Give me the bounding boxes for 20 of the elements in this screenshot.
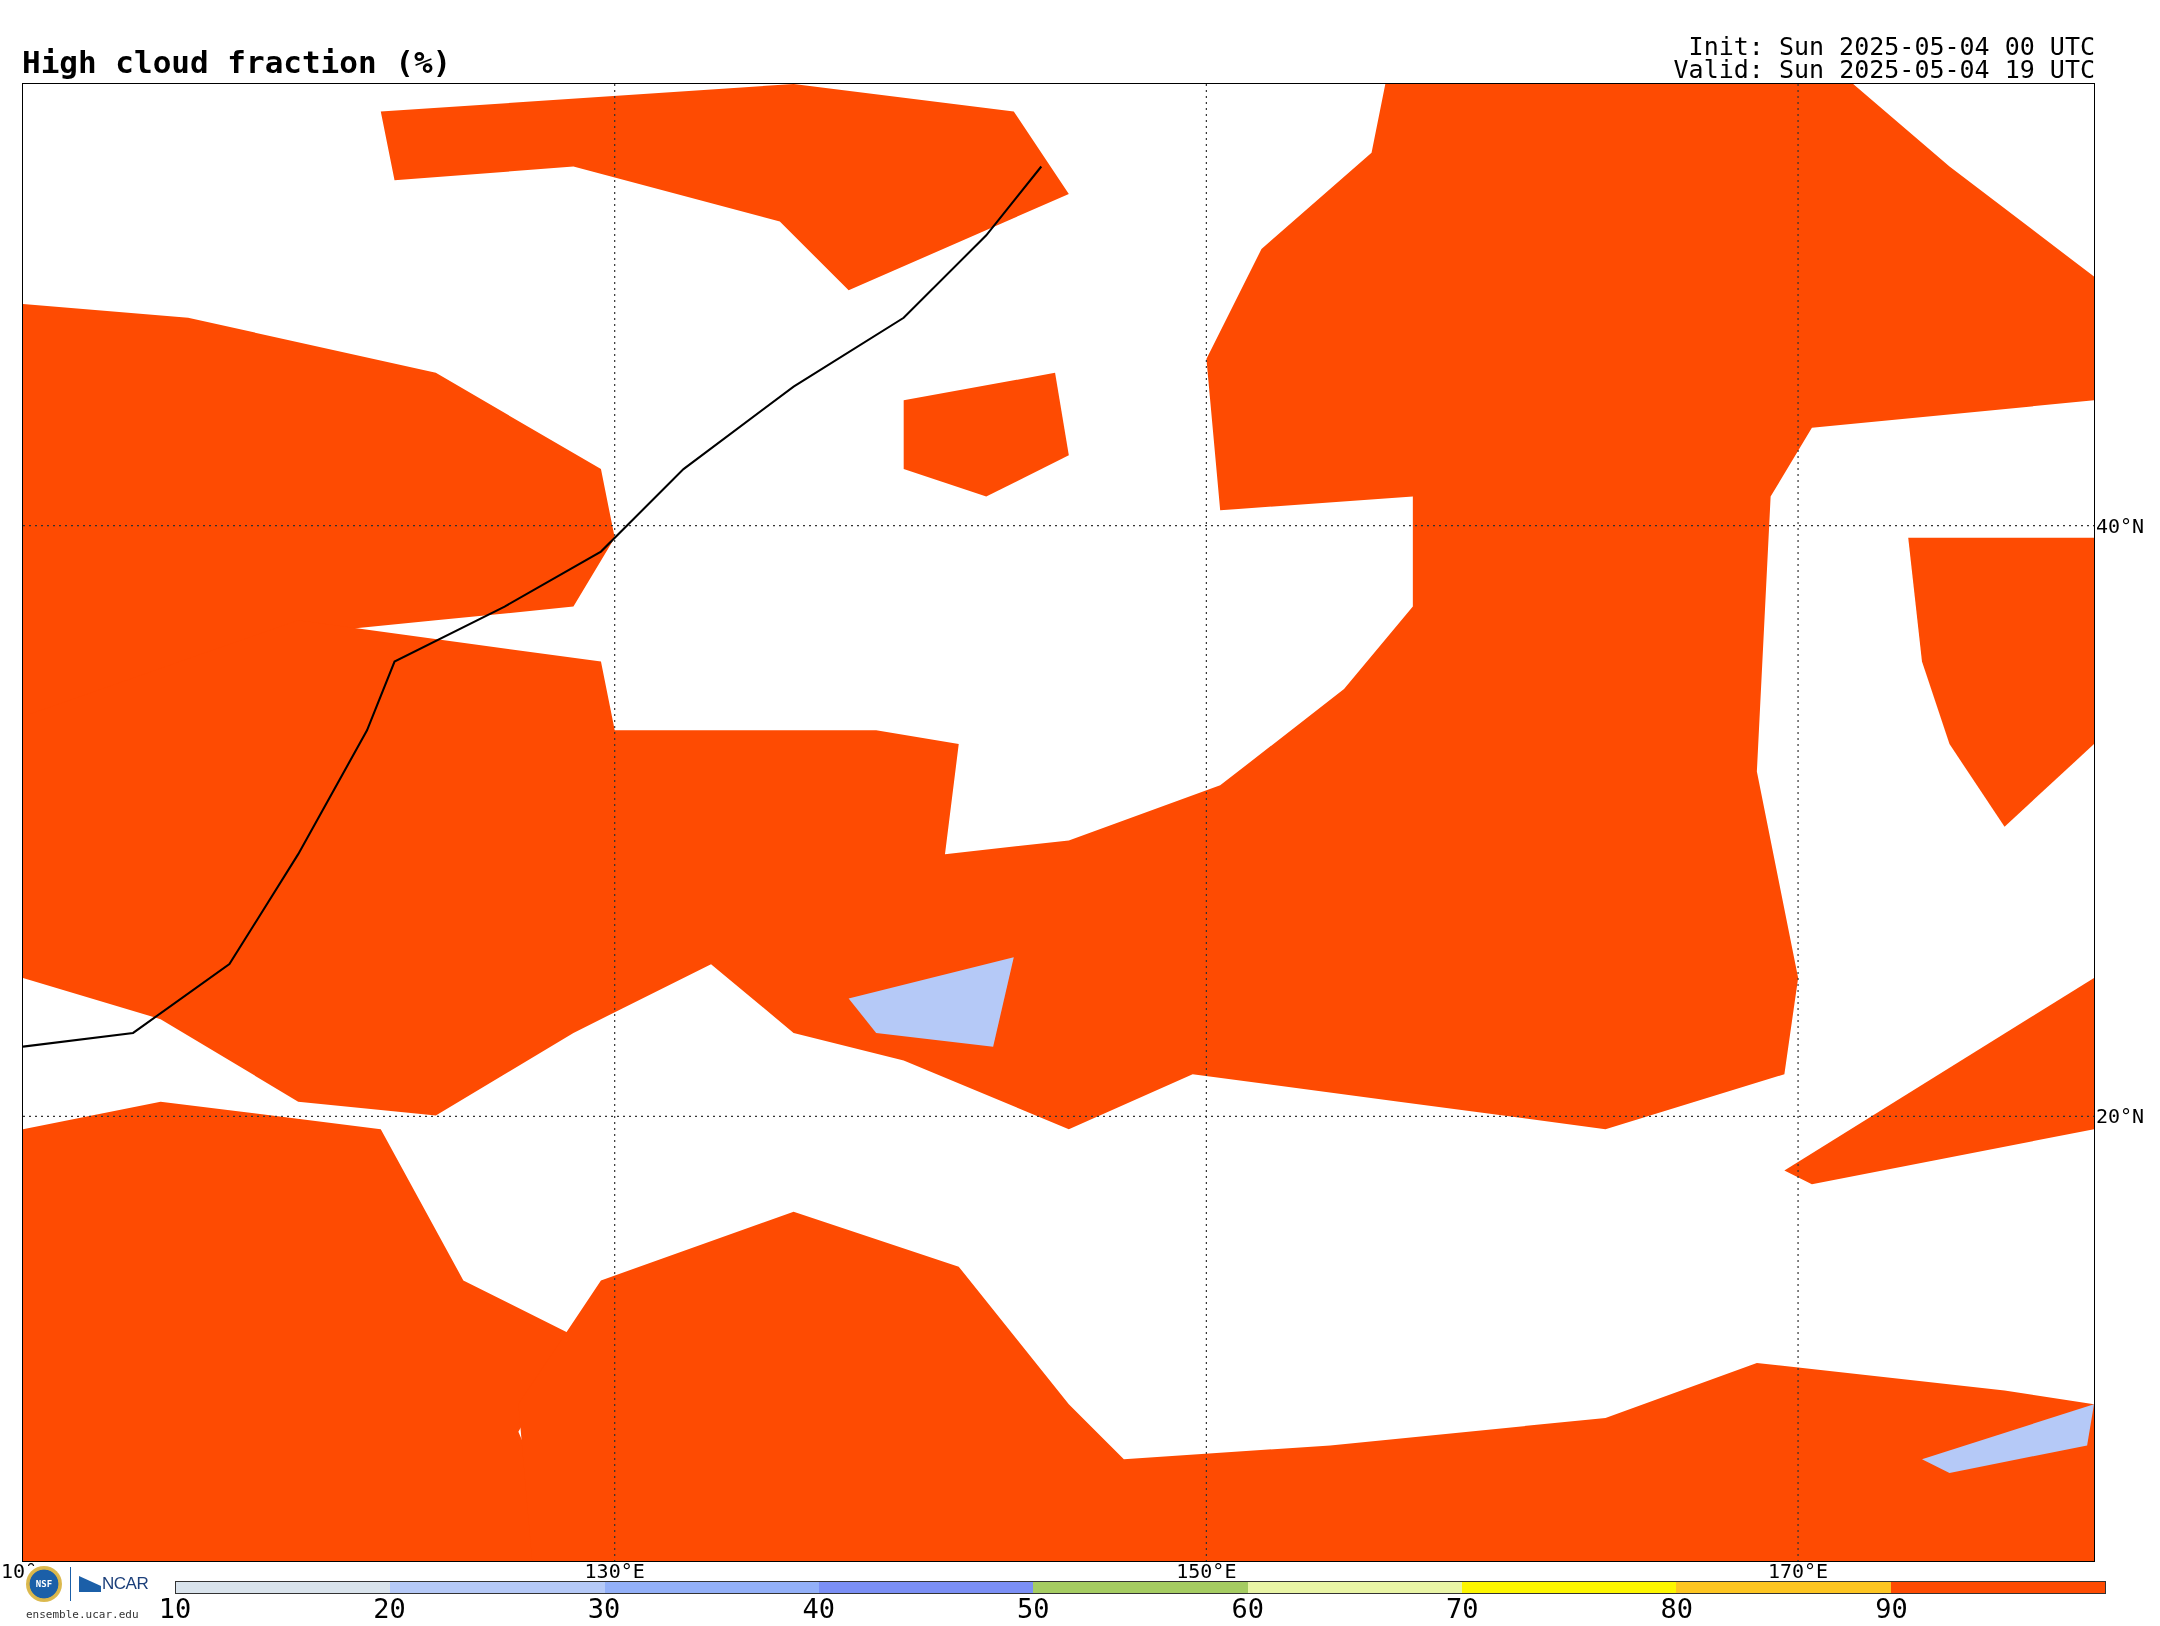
tick-label: 10	[158, 1595, 192, 1623]
site-url: ensemble.ucar.edu	[26, 1608, 139, 1621]
latitude-label: 20°N	[2096, 1104, 2145, 1129]
tick-label: 50	[1016, 1595, 1050, 1623]
init-time: Init: Sun 2025-05-04 00 UTC	[1688, 35, 2095, 58]
tick-label: 20	[373, 1595, 406, 1623]
valid-time: Valid: Sun 2025-05-04 19 UTC	[1673, 58, 2095, 81]
latitude-label: 40°N	[2096, 513, 2145, 538]
swoosh-icon	[79, 1576, 101, 1592]
tick-label: 30	[587, 1595, 621, 1623]
longitude-label: 150°E	[1176, 1561, 1237, 1581]
longitude-label: 170°E	[1767, 1561, 1829, 1581]
tick-label: 80	[1660, 1595, 1694, 1623]
logo-text: NCAR	[102, 1574, 149, 1594]
chart-title: High cloud fraction (%)	[22, 47, 452, 78]
tick-label: 90	[1875, 1595, 1908, 1623]
tick-label: 60	[1231, 1595, 1264, 1623]
tick-label: 40	[802, 1595, 835, 1623]
tick-label: 70	[1446, 1595, 1479, 1623]
longitude-label: 130°E	[584, 1561, 645, 1581]
